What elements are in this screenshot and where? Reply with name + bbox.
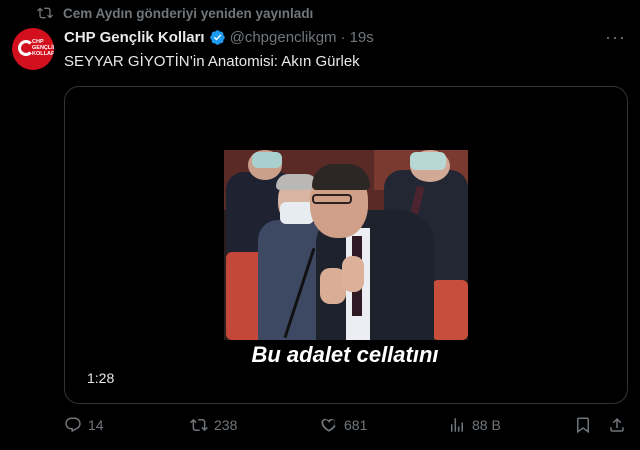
repost-icon xyxy=(37,7,53,19)
video-player[interactable]: Bu adalet cellatını 1:28 xyxy=(64,86,628,404)
author-handle[interactable]: @chpgenclikgm xyxy=(230,29,337,46)
tweet-text: SEYYAR GİYOTİN’in Anatomisi: Akın Gürlek xyxy=(64,53,360,70)
more-options-icon[interactable]: ··· xyxy=(605,27,626,48)
verified-badge-icon[interactable] xyxy=(209,29,226,46)
views-count: 88 B xyxy=(472,417,501,433)
mask-left xyxy=(252,152,282,168)
repost-indicator[interactable]: Cem Aydın gönderiyi yeniden yayınladı xyxy=(36,5,313,21)
speaker-glasses xyxy=(312,194,352,204)
avatar[interactable]: CHP GENÇLİK KOLLARI xyxy=(12,28,54,70)
timestamp[interactable]: 19s xyxy=(350,29,374,46)
avatar-text: CHP GENÇLİK KOLLARI xyxy=(32,39,54,57)
red-seat xyxy=(432,280,468,340)
share-icon xyxy=(610,417,624,432)
video-duration: 1:28 xyxy=(87,370,115,386)
views-icon xyxy=(451,418,463,432)
bookmark-icon xyxy=(577,417,589,434)
repost-button[interactable]: 238 xyxy=(190,416,237,434)
reply-button[interactable]: 14 xyxy=(64,416,104,434)
video-frame xyxy=(224,150,468,340)
like-count: 681 xyxy=(344,417,368,433)
bookmark-button[interactable] xyxy=(574,416,592,434)
views-button[interactable]: 88 B xyxy=(448,416,501,434)
heart-icon xyxy=(321,418,336,432)
mask-middle xyxy=(280,202,314,224)
speaker-hand xyxy=(342,256,364,292)
reply-count: 14 xyxy=(88,417,104,433)
tweet-header: CHP Gençlik Kolları @chpgenclikgm · 19s xyxy=(64,29,374,46)
mask-right xyxy=(410,152,446,170)
author-name[interactable]: CHP Gençlik Kolları xyxy=(64,29,205,46)
repost-count: 238 xyxy=(214,417,238,433)
repost-icon xyxy=(190,418,208,432)
video-subtitle: Bu adalet cellatını xyxy=(251,342,439,367)
reply-icon xyxy=(65,417,81,433)
action-bar: 14 238 681 88 B xyxy=(64,416,630,440)
repost-label: Cem Aydın gönderiyi yeniden yayınladı xyxy=(63,5,314,21)
speaker-hair xyxy=(312,164,370,190)
share-button[interactable] xyxy=(608,416,626,434)
like-button[interactable]: 681 xyxy=(320,416,367,434)
separator: · xyxy=(340,29,346,46)
